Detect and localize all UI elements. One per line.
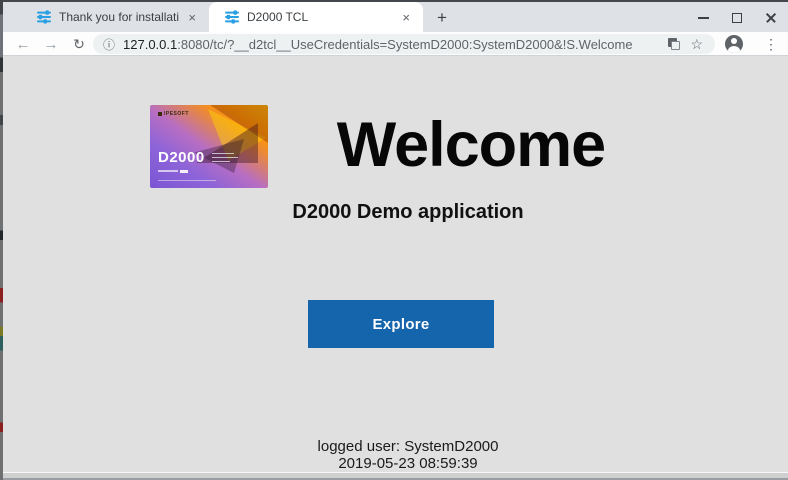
ipesoft-brand-label: IPESOFT [158,111,189,117]
minimize-icon [698,17,709,19]
reload-button[interactable]: ↻ [67,32,91,56]
logged-user-text: logged user: SystemD2000 [98,438,718,455]
maximize-button[interactable] [720,4,754,32]
omnibox-actions: ☆ [668,34,703,54]
browser-window: Thank you for installation × D2000 TCL ×… [0,0,788,480]
url-host: 127.0.0.1 [123,37,177,52]
d2000-product-label: D2000 [158,149,205,166]
profile-avatar[interactable] [725,35,743,53]
minimize-button[interactable] [686,4,720,32]
page-subtitle: D2000 Demo application [108,201,708,224]
translate-icon[interactable] [668,38,680,50]
window-frame-top [0,0,788,2]
logo-decoration [158,180,216,181]
close-window-button[interactable] [754,4,788,32]
logo-decoration [212,153,234,155]
site-info-icon[interactable]: ⓘ [103,36,115,53]
d2000-favicon-icon [225,10,239,24]
back-button[interactable]: ← [11,32,35,56]
close-icon [765,12,777,24]
tab-title: Thank you for installation [59,10,179,24]
page-title: Welcome [275,109,667,181]
background-window-sliver [0,0,3,480]
d2000-logo-image: IPESOFT D2000 [150,105,268,188]
browser-menu-icon[interactable]: ⋮ [759,32,783,56]
timestamp-text: 2019-05-23 08:59:39 [98,455,718,472]
logo-decoration [212,161,230,163]
bookmark-star-icon[interactable]: ☆ [690,37,703,51]
page-content: IPESOFT D2000 Welcome D2000 Demo applica… [3,57,788,472]
tab-strip: Thank you for installation × D2000 TCL ×… [3,2,788,32]
tab-title: D2000 TCL [247,10,393,24]
tab-d2000-tcl[interactable]: D2000 TCL × [209,2,423,32]
d2000-favicon-icon [37,10,51,24]
close-tab-icon[interactable]: × [399,10,413,25]
new-tab-button[interactable]: + [431,7,453,29]
forward-button[interactable]: → [39,32,63,56]
window-controls [686,4,788,32]
tab-thank-you[interactable]: Thank you for installation × [11,2,207,32]
close-tab-icon[interactable]: × [185,10,199,25]
explore-button[interactable]: Explore [308,300,494,348]
browser-toolbar: ← → ↻ ⓘ 127.0.0.1:8080/tc/?__d2tcl__UseC… [3,32,788,56]
maximize-icon [732,13,742,23]
address-bar[interactable]: ⓘ 127.0.0.1:8080/tc/?__d2tcl__UseCredent… [93,34,715,54]
logo-decoration [180,170,188,173]
logo-decoration [212,157,238,159]
url-text: 127.0.0.1:8080/tc/?__d2tcl__UseCredentia… [123,37,633,52]
logo-decoration [158,170,178,172]
url-path: :8080/tc/?__d2tcl__UseCredentials=System… [177,37,632,52]
